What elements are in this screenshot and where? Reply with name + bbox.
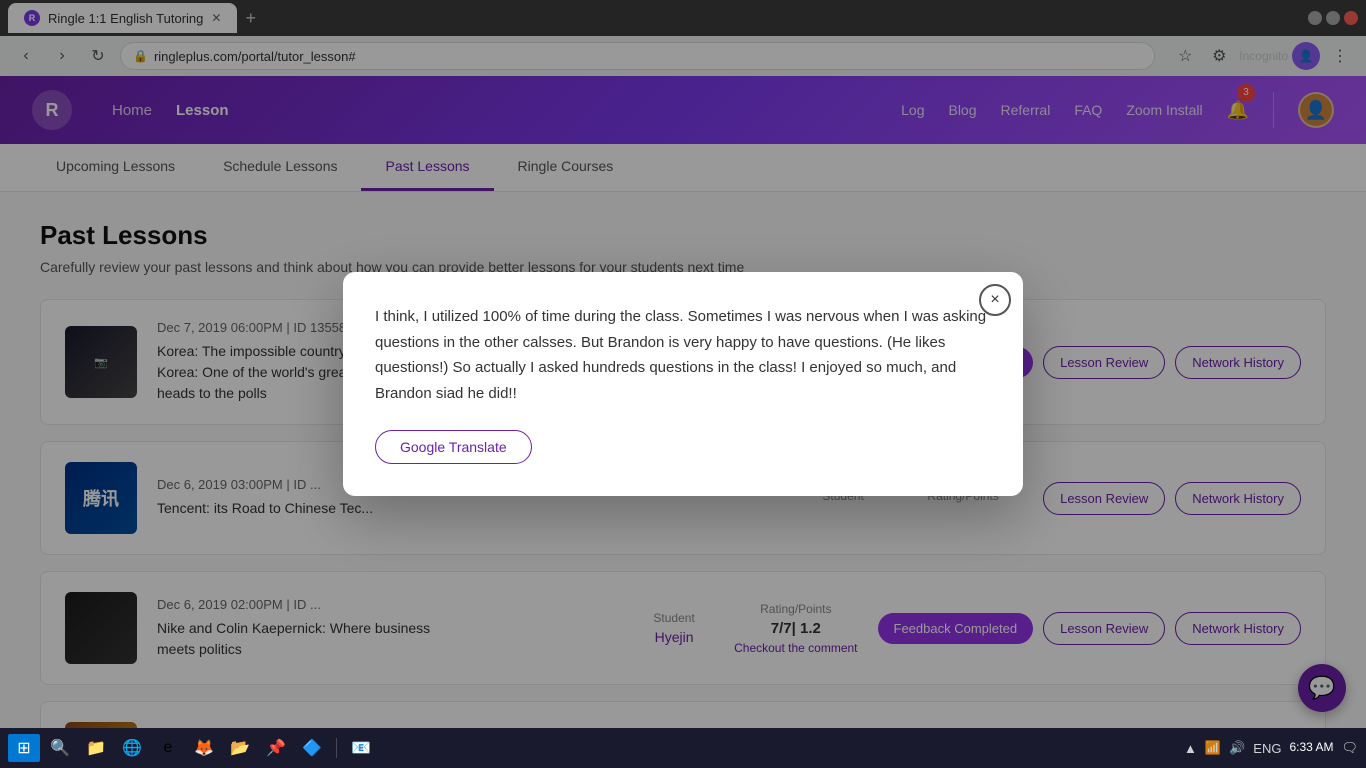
taskbar-clock[interactable]: 6:33 AM bbox=[1289, 740, 1333, 756]
taskbar-folder[interactable]: 📂 bbox=[224, 734, 256, 762]
modal-close-button[interactable]: × bbox=[979, 284, 1011, 316]
start-button[interactable]: ⊞ bbox=[8, 734, 40, 762]
taskbar-ie[interactable]: e bbox=[152, 734, 184, 762]
taskbar-separator bbox=[336, 738, 337, 758]
taskbar-network-icon[interactable]: 📶 bbox=[1205, 740, 1221, 756]
modal-text: I think, I utilized 100% of time during … bbox=[375, 304, 991, 406]
taskbar-ime-icon[interactable]: ENG bbox=[1253, 741, 1281, 756]
taskbar-app2[interactable]: 🔷 bbox=[296, 734, 328, 762]
taskbar-firefox[interactable]: 🦊 bbox=[188, 734, 220, 762]
taskbar: ⊞ 🔍 📁 🌐 e 🦊 📂 📌 🔷 📧 ▲ 📶 🔊 ENG 6:33 AM 🗨 bbox=[0, 728, 1366, 768]
taskbar-arrow-icon[interactable]: ▲ bbox=[1184, 741, 1197, 756]
modal-dialog: × I think, I utilized 100% of time durin… bbox=[343, 272, 1023, 496]
taskbar-cortana[interactable]: 🔍 bbox=[44, 734, 76, 762]
taskbar-file-explorer[interactable]: 📁 bbox=[80, 734, 112, 762]
taskbar-chrome[interactable]: 🌐 bbox=[116, 734, 148, 762]
google-translate-button[interactable]: Google Translate bbox=[375, 430, 532, 464]
modal-overlay[interactable]: × I think, I utilized 100% of time durin… bbox=[0, 0, 1366, 768]
taskbar-volume-icon[interactable]: 🔊 bbox=[1229, 740, 1245, 756]
taskbar-app1[interactable]: 📌 bbox=[260, 734, 292, 762]
taskbar-notification-icon[interactable]: 🗨 bbox=[1341, 740, 1358, 756]
taskbar-app3[interactable]: 📧 bbox=[345, 734, 377, 762]
taskbar-right: ▲ 📶 🔊 ENG 6:33 AM 🗨 bbox=[1184, 740, 1358, 756]
